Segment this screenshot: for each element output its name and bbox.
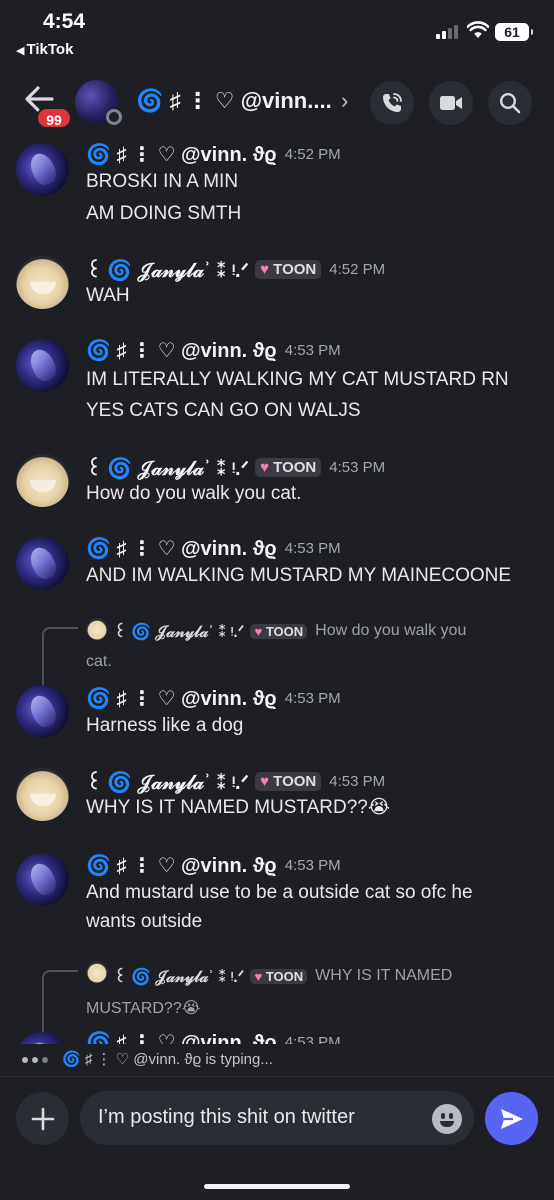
back-app-label: TikTok <box>26 41 74 58</box>
timestamp: 4:53 PM <box>329 773 386 790</box>
battery-icon: 61 <box>495 23 533 41</box>
status-bar: 4:54 ◀ TikTok 61 <box>0 0 554 66</box>
message-input[interactable]: I’m posting this shit on twitter <box>80 1091 474 1145</box>
role-tag-label: TOON <box>265 968 304 984</box>
reply-spine <box>42 970 78 1034</box>
back-to-app-link[interactable]: ◀ TikTok <box>16 41 73 58</box>
timestamp: 4:52 PM <box>284 146 341 163</box>
message-text: YES CATS CAN GO ON WALJS <box>86 400 361 421</box>
message-composer: I’m posting this shit on twitter <box>0 1076 554 1200</box>
username[interactable]: ꒰ 🌀 𝒥𝒶𝓃𝓎𝓁𝒶ʾ ⁑ ᵎ.ᐟ <box>86 454 249 481</box>
reply-text: How do you walk you <box>315 622 467 639</box>
avatar[interactable] <box>16 256 69 309</box>
message-text: AND IM WALKING MUSTARD MY MAINECOONE <box>86 565 512 586</box>
username[interactable]: 🌀 ♯ ⋮ ♡ @vinn. ϑϱ <box>86 142 277 167</box>
search-button[interactable] <box>488 81 532 125</box>
role-tag: ♥ TOON <box>255 458 322 477</box>
username[interactable]: 🌀 ♯ ⋮ ♡ @vinn. ϑϱ <box>86 853 277 878</box>
channel-title[interactable]: 🌀 ♯ ⋮ ♡ @vinn.... <box>136 88 332 114</box>
message-text: BROSKI IN A MIN <box>86 171 239 192</box>
timestamp: 4:53 PM <box>284 342 341 359</box>
timestamp: 4:52 PM <box>329 261 386 278</box>
role-tag: ♥ TOON <box>250 968 308 984</box>
message-text: WAH <box>86 285 130 306</box>
role-tag-label: TOON <box>273 773 317 790</box>
timestamp: 4:53 PM <box>284 540 341 557</box>
reply-text: WHY IS IT NAMED <box>315 967 453 984</box>
message-text: WHY IS IT NAMED MUSTARD??😭 <box>86 797 391 818</box>
call-button[interactable] <box>370 81 414 125</box>
role-tag-label: TOON <box>273 459 317 476</box>
reply-avatar <box>86 961 108 983</box>
message-text: And mustard use to be a outside cat so o… <box>86 882 473 903</box>
send-button[interactable] <box>485 1092 538 1145</box>
typing-dots-icon <box>22 1057 48 1063</box>
avatar[interactable] <box>16 768 69 821</box>
avatar[interactable] <box>16 339 69 392</box>
username[interactable]: 🌀 ♯ ⋮ ♡ @vinn. ϑϱ <box>86 536 277 561</box>
role-tag-label: TOON <box>273 261 317 278</box>
add-attachment-button[interactable] <box>16 1092 69 1145</box>
message-text: How do you walk you cat. <box>86 483 302 504</box>
timestamp: 4:53 PM <box>284 1034 341 1044</box>
signal-icon <box>436 25 458 39</box>
message-text: Harness like a dog <box>86 715 244 736</box>
username[interactable]: 🌀 ♯ ⋮ ♡ @vinn. ϑϱ <box>86 686 277 711</box>
typing-text: 🌀 ♯ ⋮ ♡ @vinn. ϑϱ is typing... <box>62 1051 273 1068</box>
avatar[interactable] <box>16 853 69 906</box>
reply-author: ꒰ 🌀 𝒥𝒶𝓃𝓎𝓁𝒶ʾ ⁑ ᵎ.ᐟ <box>114 624 245 641</box>
phone-call-icon <box>383 93 402 112</box>
timestamp: 4:53 PM <box>329 459 386 476</box>
video-camera-icon <box>440 96 462 110</box>
reply-avatar <box>86 618 108 640</box>
video-button[interactable] <box>429 81 473 125</box>
send-icon <box>500 1108 523 1129</box>
message-list[interactable]: 🌀 ♯ ⋮ ♡ @vinn. ϑϱ 4:52 PM BROSKI IN A MIN… <box>0 134 554 1044</box>
channel-header: 99 🌀 ♯ ⋮ ♡ @vinn.... › <box>0 70 554 134</box>
avatar[interactable] <box>16 685 69 738</box>
reply-text-cont: MUSTARD??😭 <box>86 1000 201 1017</box>
message-text: wants outside <box>86 911 203 932</box>
message-text: IM LITERALLY WALKING MY CAT MUSTARD RN <box>86 369 509 390</box>
wifi-icon <box>467 21 489 38</box>
home-indicator[interactable] <box>204 1184 350 1189</box>
plus-icon <box>31 1107 54 1130</box>
search-icon <box>499 92 521 114</box>
status-dot <box>106 109 122 125</box>
avatar[interactable] <box>16 143 69 196</box>
username[interactable]: ꒰ 🌀 𝒥𝒶𝓃𝓎𝓁𝒶ʾ ⁑ ᵎ.ᐟ <box>86 256 249 283</box>
avatar[interactable] <box>16 537 69 590</box>
role-tag: ♥ TOON <box>255 772 322 791</box>
chevron-right-icon[interactable]: › <box>341 88 348 114</box>
emoji-icon[interactable] <box>432 1104 462 1134</box>
timestamp: 4:53 PM <box>284 690 341 707</box>
avatar[interactable] <box>75 80 122 125</box>
message-input-value: I’m posting this shit on twitter <box>98 1106 355 1128</box>
avatar[interactable] <box>16 454 69 507</box>
timestamp: 4:53 PM <box>284 857 341 874</box>
username[interactable]: 🌀 ♯ ⋮ ♡ @vinn. ϑϱ <box>86 338 277 363</box>
reply-text-cont: cat. <box>86 653 112 670</box>
clock: 4:54 <box>43 10 86 33</box>
message-text: AM DOING SMTH <box>86 203 242 224</box>
role-tag: ♥ TOON <box>250 623 308 639</box>
username[interactable]: 🌀 ♯ ⋮ ♡ @vinn. ϑϱ <box>86 1030 277 1044</box>
typing-indicator: 🌀 ♯ ⋮ ♡ @vinn. ϑϱ is typing... <box>0 1044 554 1076</box>
reply-author: ꒰ 🌀 𝒥𝒶𝓃𝓎𝓁𝒶ʾ ⁑ ᵎ.ᐟ <box>114 969 245 986</box>
role-tag: ♥ TOON <box>255 260 322 279</box>
unread-badge: 99 <box>36 107 72 129</box>
username[interactable]: ꒰ 🌀 𝒥𝒶𝓃𝓎𝓁𝒶ʾ ⁑ ᵎ.ᐟ <box>86 768 249 795</box>
role-tag-label: TOON <box>265 623 304 639</box>
